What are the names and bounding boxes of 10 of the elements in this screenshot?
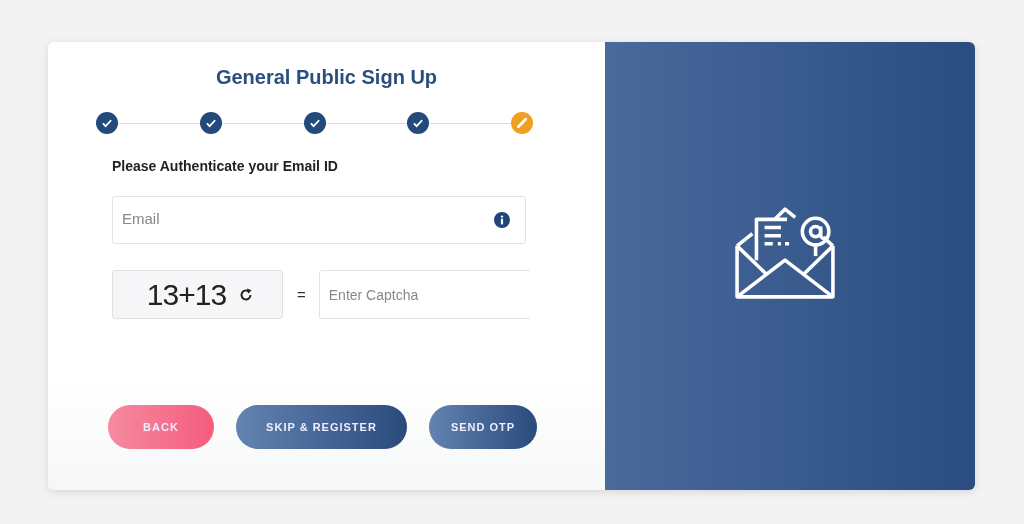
equals-sign: = [297, 286, 306, 303]
form-title: General Public Sign Up [215, 66, 438, 90]
captcha-text: 13+13 [146, 277, 227, 312]
info-icon[interactable] [494, 212, 510, 228]
envelope-icon [734, 207, 836, 299]
action-button[interactable]: SKIP & REGISTER [236, 405, 407, 449]
captcha-field[interactable]: Enter Captcha [318, 270, 530, 319]
form-prompt: Please Authenticate your Email ID [112, 158, 339, 174]
action-button[interactable]: SEND OTP [429, 405, 537, 449]
email-field[interactable]: Email [112, 196, 526, 244]
